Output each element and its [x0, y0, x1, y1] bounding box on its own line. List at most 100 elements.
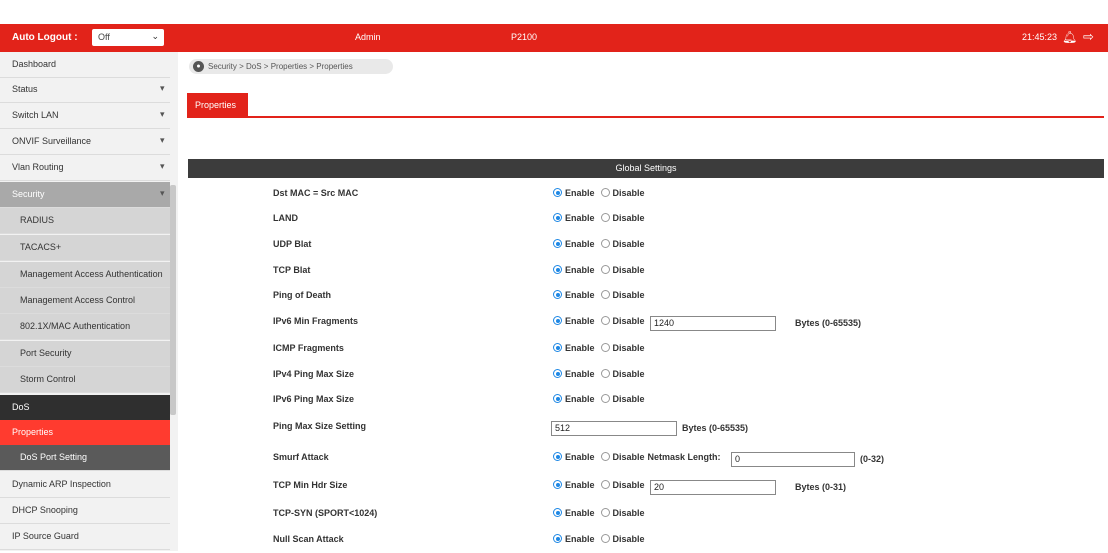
radio-unselected[interactable]	[600, 369, 610, 378]
disable-label: Disable	[612, 316, 645, 326]
disable-label: Disable	[612, 290, 645, 300]
setting-name: TCP Min Hdr Size	[273, 480, 348, 490]
sidebar-item-label: Switch LAN	[12, 110, 59, 120]
setting-name: ICMP Fragments	[273, 343, 344, 353]
setting-name: LAND	[273, 213, 298, 223]
unit-label: Bytes (0-65535)	[795, 318, 862, 328]
radio-unselected[interactable]	[600, 290, 610, 299]
setting-row: Smurf Attack Enable Disable Netmask Length:…	[0, 449, 1108, 471]
setting-row: TCP-SYN (SPORT<1024) Enable Disable	[0, 505, 1108, 527]
setting-row: Dst MAC = Src MAC Enable Disable	[0, 185, 1108, 207]
enable-disable-control: Enable Disable	[553, 265, 645, 275]
disable-label: Disable	[612, 480, 645, 490]
setting-name: Dst MAC = Src MAC	[273, 188, 359, 198]
radio-selected[interactable]	[553, 213, 562, 222]
radio-selected[interactable]	[553, 369, 562, 378]
radio-unselected[interactable]	[600, 239, 610, 248]
setting-row: Null Scan Attack Enable Disable	[0, 531, 1108, 553]
value-input[interactable]: 512	[551, 421, 677, 436]
auto-logout-label: Auto Logout :	[12, 32, 78, 43]
disable-label: Disable	[612, 188, 645, 198]
sidebar-item[interactable]: Switch LAN ▾	[0, 103, 170, 129]
enable-disable-control: Enable Disable Netmask Length:	[553, 452, 721, 462]
radio-selected[interactable]	[553, 452, 562, 461]
radio-selected[interactable]	[553, 534, 562, 543]
enable-label: Enable	[565, 213, 595, 223]
user-name: Admin	[355, 32, 381, 42]
sidebar-item-label: Status	[12, 84, 38, 94]
value-input[interactable]: 1240	[650, 316, 776, 331]
chevron-down-icon: ▾	[160, 83, 165, 93]
radio-unselected[interactable]	[600, 534, 610, 543]
setting-row: LAND Enable Disable	[0, 210, 1108, 232]
tab-properties[interactable]: Properties	[187, 93, 248, 117]
enable-label: Enable	[565, 394, 595, 404]
radio-selected[interactable]	[553, 188, 562, 197]
radio-unselected[interactable]	[600, 265, 610, 274]
disable-label: Disable	[612, 239, 645, 249]
breadcrumb: ● Security > DoS > Properties > Properti…	[189, 59, 393, 74]
enable-label: Enable	[565, 290, 595, 300]
setting-row: ICMP Fragments Enable Disable	[0, 340, 1108, 362]
enable-disable-control: Enable Disable	[553, 239, 645, 249]
setting-name: TCP Blat	[273, 265, 311, 275]
disable-label: Disable	[612, 343, 645, 353]
radio-selected[interactable]	[553, 480, 562, 489]
setting-row: Ping of Death Enable Disable	[0, 287, 1108, 309]
sidebar-item[interactable]: Dashboard	[0, 52, 170, 78]
radio-selected[interactable]	[553, 508, 562, 517]
sidebar-item-label: Vlan Routing	[12, 162, 64, 172]
radio-unselected[interactable]	[600, 343, 610, 352]
radio-selected[interactable]	[553, 343, 562, 352]
auto-logout-select[interactable]: Off ⌄	[92, 29, 164, 46]
enable-disable-control: Enable Disable	[553, 188, 645, 198]
sidebar-item[interactable]: Vlan Routing ▾	[0, 155, 170, 181]
radio-selected[interactable]	[553, 265, 562, 274]
enable-label: Enable	[565, 239, 595, 249]
header-bar: Auto Logout : Off ⌄ Admin P2100 21:45:23…	[0, 24, 1108, 52]
radio-unselected[interactable]	[600, 188, 610, 197]
radio-unselected[interactable]	[600, 480, 610, 489]
disable-label: Disable	[612, 508, 645, 518]
radio-unselected[interactable]	[600, 452, 610, 461]
radio-unselected[interactable]	[600, 316, 610, 325]
breadcrumb-text: Security > DoS > Properties > Properties	[208, 62, 353, 71]
setting-name: Ping Max Size Setting	[273, 421, 367, 431]
enable-label: Enable	[565, 452, 595, 462]
radio-unselected[interactable]	[600, 213, 610, 222]
tab-label: Properties	[195, 100, 237, 110]
netmask-label: Netmask Length:	[647, 452, 721, 462]
radio-selected[interactable]	[553, 290, 562, 299]
enable-disable-control: Enable Disable	[553, 480, 645, 490]
location-icon: ●	[193, 61, 204, 72]
value-input[interactable]: 20	[650, 480, 776, 495]
enable-label: Enable	[565, 534, 595, 544]
sidebar-item-label: ONVIF Surveillance	[12, 136, 92, 146]
enable-label: Enable	[565, 265, 595, 275]
radio-unselected[interactable]	[600, 508, 610, 517]
chevron-down-icon: ▾	[160, 161, 165, 171]
radio-unselected[interactable]	[600, 394, 610, 403]
setting-name: Ping of Death	[273, 290, 331, 300]
setting-row: IPv6 Ping Max Size Enable Disable	[0, 391, 1108, 413]
auto-logout-value: Off	[98, 32, 110, 42]
input-value: 512	[555, 423, 571, 433]
chevron-down-icon: ▾	[160, 109, 165, 119]
bell-icon[interactable]: 🔔︎	[1062, 30, 1077, 44]
chevron-down-icon: ▾	[160, 135, 165, 145]
enable-label: Enable	[565, 188, 595, 198]
unit-label: Bytes (0-31)	[795, 482, 847, 492]
value-input[interactable]: 0	[731, 452, 855, 467]
section-header: Global Settings	[188, 159, 1104, 178]
radio-selected[interactable]	[553, 239, 562, 248]
sidebar-item[interactable]: Status ▾	[0, 77, 170, 103]
enable-disable-control: Enable Disable	[553, 394, 645, 404]
enable-disable-control: Enable Disable	[553, 290, 645, 300]
enable-label: Enable	[565, 316, 595, 326]
logout-icon[interactable]: ⇨	[1083, 29, 1094, 45]
radio-selected[interactable]	[553, 394, 562, 403]
radio-selected[interactable]	[553, 316, 562, 325]
setting-row: Ping Max Size Setting 512 Bytes (0-65535)	[0, 418, 1108, 440]
sidebar-item[interactable]: ONVIF Surveillance ▾	[0, 129, 170, 155]
unit-label: Bytes (0-65535)	[682, 423, 749, 433]
